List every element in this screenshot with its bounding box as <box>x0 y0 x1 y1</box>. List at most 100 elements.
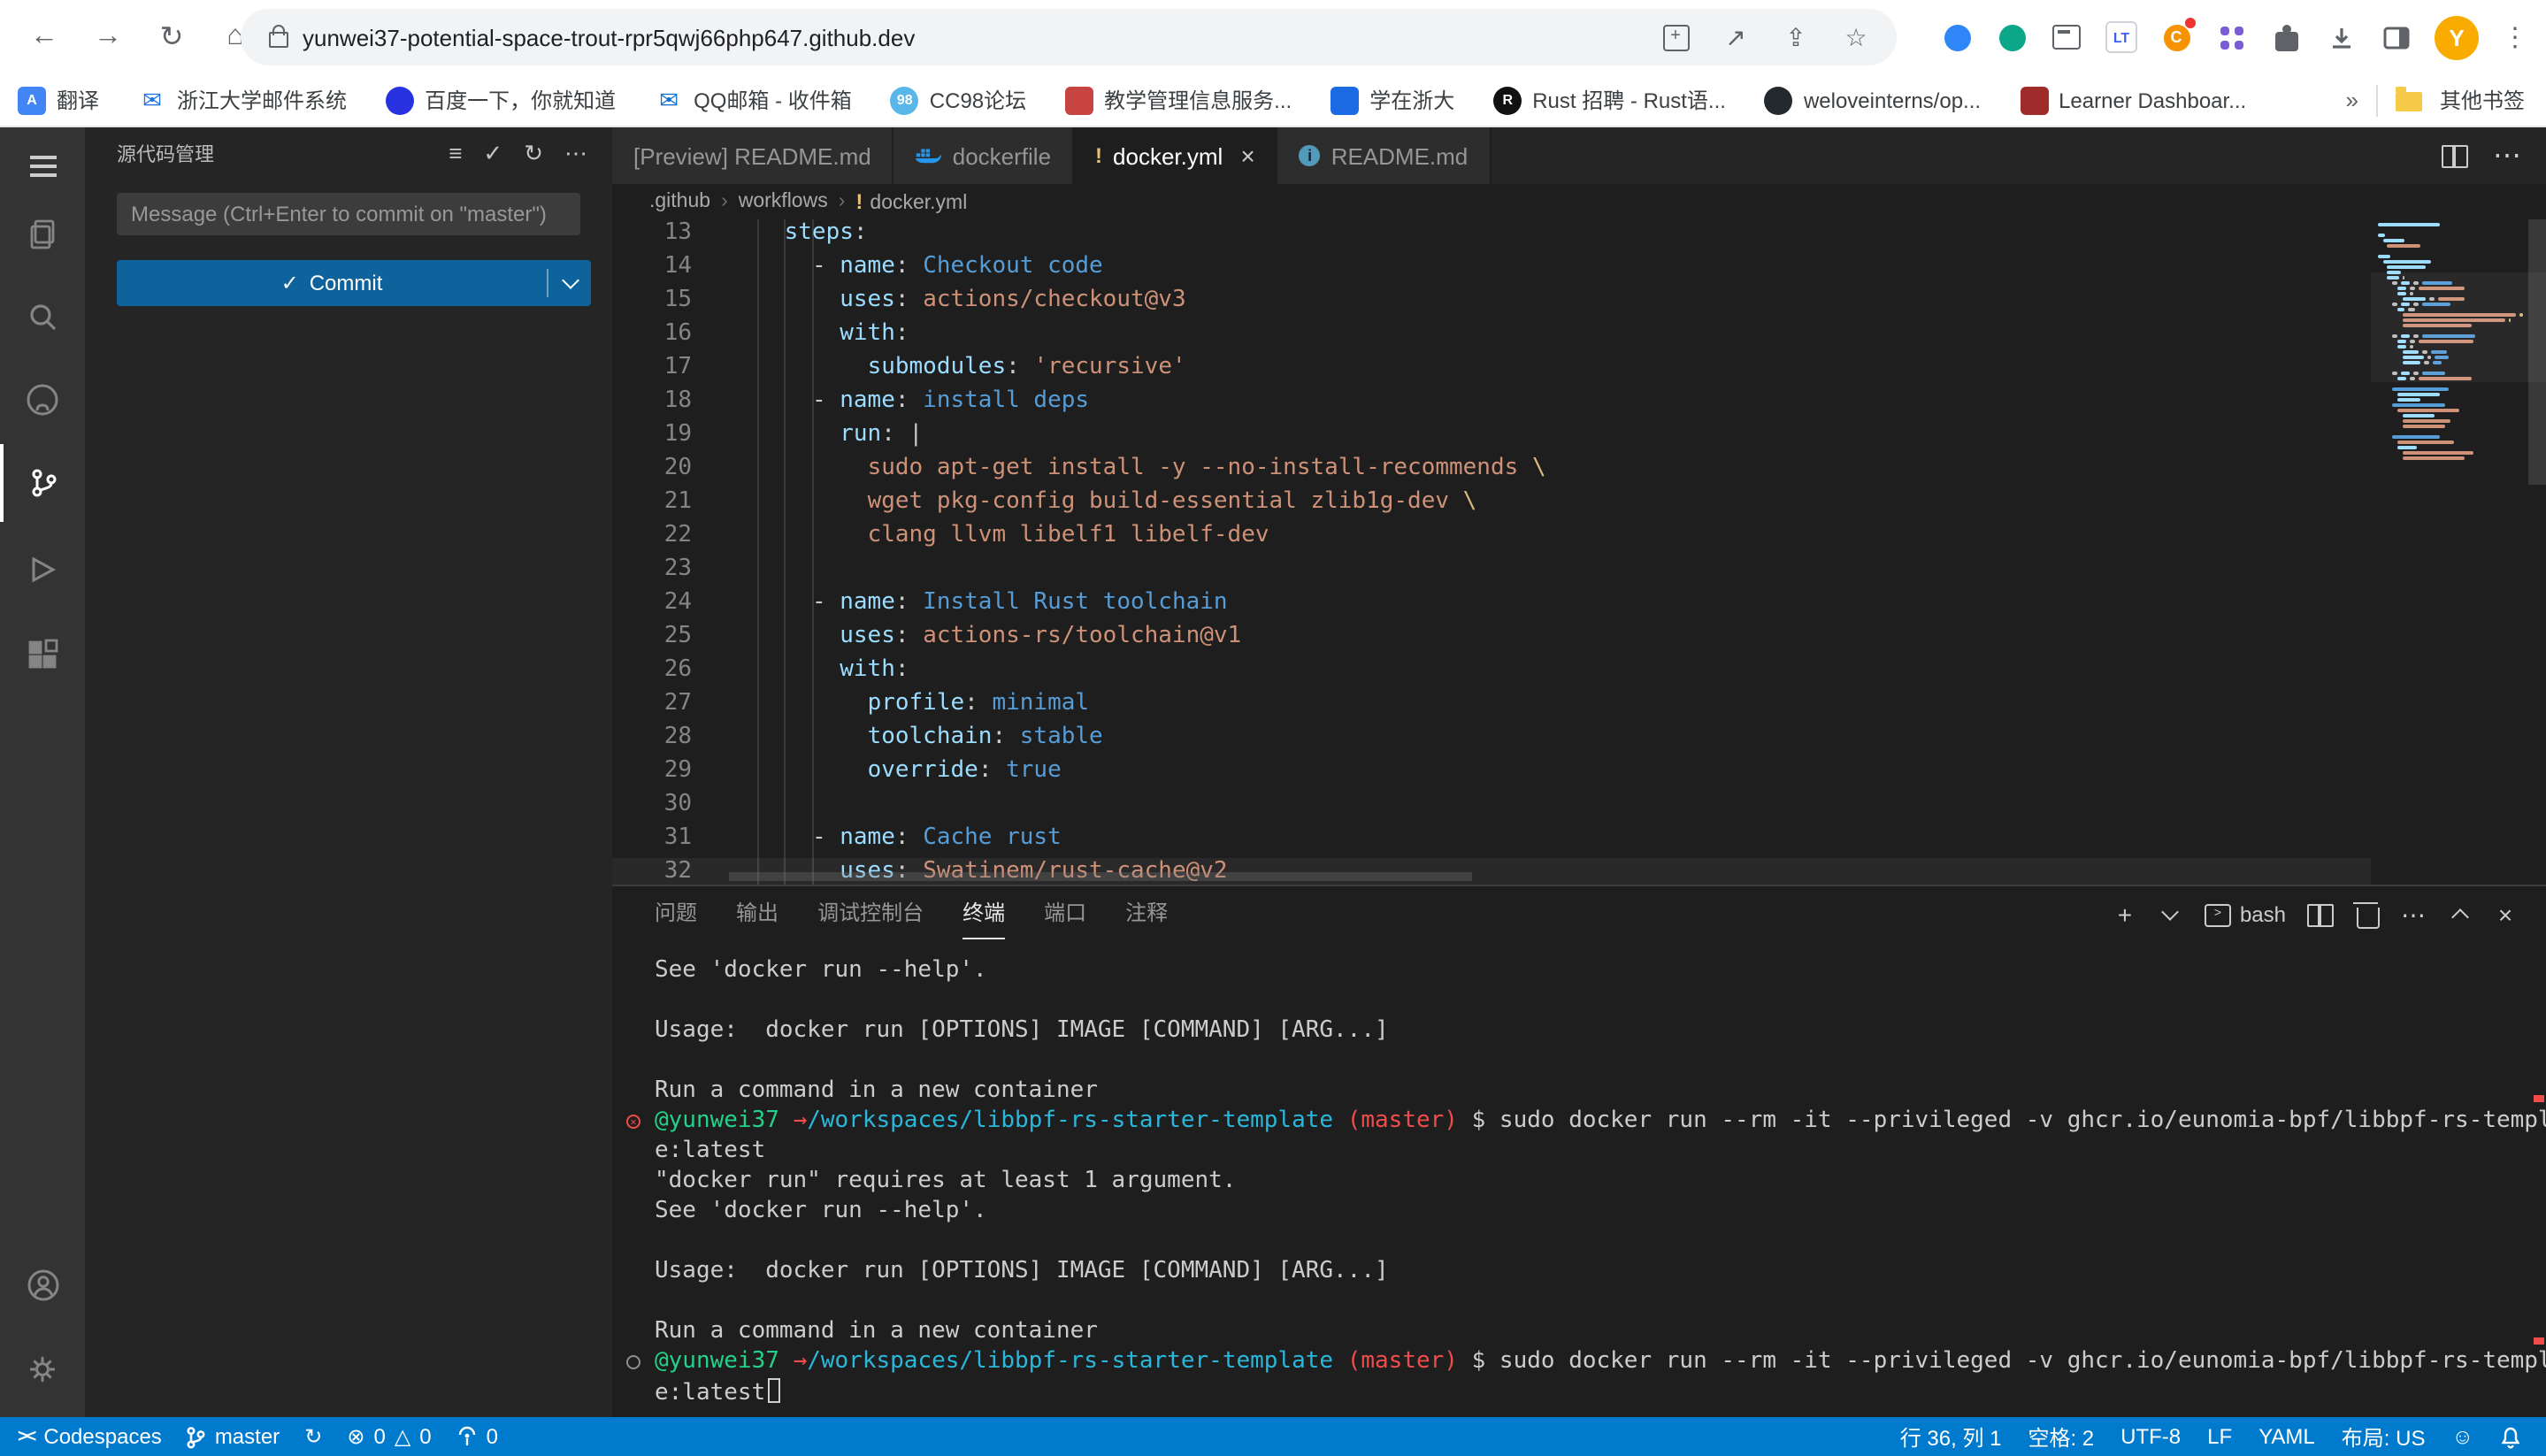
panel-tab[interactable]: 问题 <box>655 886 697 939</box>
side-panel-icon[interactable] <box>2380 21 2412 53</box>
extension-icon[interactable] <box>2215 21 2247 53</box>
other-bookmarks-label[interactable]: 其他书签 <box>2440 85 2525 115</box>
open-in-new-icon[interactable]: ↗ <box>1720 21 1752 53</box>
encoding-indicator[interactable]: UTF-8 <box>2120 1424 2181 1449</box>
bookmarks-overflow-icon[interactable]: » <box>2346 87 2358 113</box>
explorer-icon[interactable] <box>0 195 85 272</box>
minimap-line <box>2371 409 2521 412</box>
refresh-scm-icon[interactable]: ↻ <box>524 140 543 168</box>
settings-gear-icon[interactable] <box>0 1330 85 1408</box>
extension-icon[interactable]: LT <box>2105 21 2137 53</box>
terminal[interactable]: See 'docker run --help'.Usage: docker ru… <box>655 957 2525 1408</box>
editor-hscrollbar[interactable] <box>729 872 1472 881</box>
split-terminal-icon[interactable] <box>2307 897 2334 932</box>
bookmark-item[interactable]: RRust 招聘 - Rust语... <box>1493 85 1726 115</box>
panel-tab[interactable]: 端口 <box>1044 886 1086 939</box>
bookmark-item[interactable]: 百度一下，你就知道 <box>386 85 616 115</box>
kill-terminal-icon[interactable] <box>2355 897 2380 932</box>
bookmark-item[interactable]: A翻译 <box>18 85 99 115</box>
bookmark-item[interactable]: Learner Dashboar... <box>2020 86 2246 114</box>
profile-avatar[interactable]: Y <box>2435 15 2479 59</box>
notifications-bell-icon[interactable] <box>2500 1425 2521 1448</box>
extension-icon[interactable] <box>1996 21 2028 53</box>
extensions-puzzle-icon[interactable] <box>2270 21 2302 53</box>
search-icon[interactable] <box>0 278 85 356</box>
eol-indicator[interactable]: LF <box>2207 1424 2232 1449</box>
divider <box>2376 84 2378 116</box>
editor-tab[interactable]: !docker.yml× <box>1074 127 1278 184</box>
extension-icon[interactable]: C <box>2160 21 2192 53</box>
run-debug-icon[interactable] <box>0 531 85 609</box>
collections-icon[interactable]: + <box>1660 21 1691 53</box>
codespaces-indicator[interactable]: >< Codespaces <box>18 1424 162 1449</box>
editor-more-actions-icon[interactable]: ⋯ <box>2493 138 2521 173</box>
url-text[interactable]: yunwei37-potential-space-trout-rpr5qwj66… <box>303 24 1660 50</box>
new-terminal-icon[interactable]: + <box>2113 897 2137 932</box>
minimap-line <box>2371 393 2521 396</box>
terminal-line: e:latest <box>655 1138 2525 1168</box>
code-line <box>729 556 2371 589</box>
bookmark-star-icon[interactable]: ☆ <box>1840 21 1872 53</box>
menu-icon[interactable] <box>0 127 85 205</box>
commit-all-icon[interactable]: ✓ <box>483 140 502 168</box>
bookmark-item[interactable]: 98CC98论坛 <box>891 85 1026 115</box>
lock-icon[interactable] <box>269 32 288 48</box>
breadcrumb-item[interactable]: !docker.yml <box>855 189 967 214</box>
layout-indicator[interactable]: 布局: US <box>2342 1422 2426 1452</box>
breadcrumb-separator-icon: › <box>839 191 846 212</box>
share-icon[interactable]: ⇪ <box>1780 21 1812 53</box>
minimap-line <box>2371 239 2521 242</box>
source-control-icon[interactable] <box>0 444 85 522</box>
downloads-icon[interactable] <box>2325 21 2357 53</box>
commit-dropdown-icon[interactable] <box>548 280 591 287</box>
refresh-icon[interactable]: ↻ <box>152 18 191 57</box>
panel-tab[interactable]: 输出 <box>736 886 778 939</box>
bookmark-item[interactable]: 教学管理信息服务... <box>1065 85 1292 115</box>
browser-menu-icon[interactable]: ⋮ <box>2502 21 2528 53</box>
language-indicator[interactable]: YAML <box>2258 1424 2315 1449</box>
address-bar[interactable]: yunwei37-potential-space-trout-rpr5qwj66… <box>241 9 1897 65</box>
bookmark-item[interactable]: ✉浙江大学邮件系统 <box>138 85 347 115</box>
maximize-panel-icon[interactable] <box>2447 897 2472 932</box>
codespaces-icon: >< <box>18 1427 35 1446</box>
extension-icon[interactable] <box>2051 21 2082 53</box>
feedback-icon[interactable]: ☺ <box>2451 1424 2473 1449</box>
bookmark-item[interactable]: 学在浙大 <box>1331 85 1454 115</box>
scm-more-actions-icon[interactable]: ⋯ <box>564 140 587 168</box>
breadcrumb-item[interactable]: workflows <box>739 191 828 212</box>
extensions-icon[interactable] <box>0 616 85 694</box>
commit-button[interactable]: ✓Commit <box>117 260 591 306</box>
problems-indicator[interactable]: ⊗0 △0 <box>347 1424 431 1449</box>
ports-indicator[interactable]: 0 <box>456 1424 498 1449</box>
panel-tab[interactable]: 调试控制台 <box>817 886 924 939</box>
bookmark-item[interactable]: ✉QQ邮箱 - 收件箱 <box>655 85 852 115</box>
editor-tab[interactable]: iREADME.md <box>1278 127 1492 184</box>
editor-tab[interactable]: [Preview] README.md <box>612 127 894 184</box>
extension-icon[interactable] <box>1941 21 1973 53</box>
bookmark-item[interactable]: weloveinterns/op... <box>1765 86 1981 114</box>
terminal-dropdown-icon[interactable] <box>2159 897 2183 932</box>
code-editor[interactable]: 1314151617181920212223242526272829303132… <box>612 219 2546 885</box>
back-icon[interactable]: ← <box>25 18 64 57</box>
split-editor-icon[interactable] <box>2442 144 2468 167</box>
close-icon[interactable]: × <box>1240 142 1254 170</box>
panel-tab[interactable]: 注释 <box>1125 886 1168 939</box>
panel-more-actions-icon[interactable]: ⋯ <box>2401 897 2426 932</box>
github-icon[interactable] <box>0 361 85 439</box>
editor-scrollbar[interactable] <box>2528 219 2546 485</box>
indent-indicator[interactable]: 空格: 2 <box>2028 1422 2094 1452</box>
account-icon[interactable] <box>0 1245 85 1323</box>
line-col-indicator[interactable]: 行 36, 列 1 <box>1900 1422 2002 1452</box>
breadcrumb-label: .github <box>649 191 710 212</box>
breadcrumb-item[interactable]: .github <box>649 191 710 212</box>
close-panel-icon[interactable]: × <box>2493 897 2518 932</box>
commit-message-input[interactable] <box>117 193 580 235</box>
editor-tab[interactable]: dockerfile <box>894 127 1074 184</box>
minimap-line <box>2371 260 2521 264</box>
view-changes-icon[interactable]: ≡ <box>449 140 462 168</box>
sync-icon[interactable]: ↻ <box>304 1424 322 1449</box>
panel-tab[interactable]: 终端 <box>962 886 1005 939</box>
shell-badge[interactable]: > bash <box>2205 902 2286 927</box>
forward-icon[interactable]: → <box>88 18 127 57</box>
branch-indicator[interactable]: master <box>187 1424 280 1449</box>
